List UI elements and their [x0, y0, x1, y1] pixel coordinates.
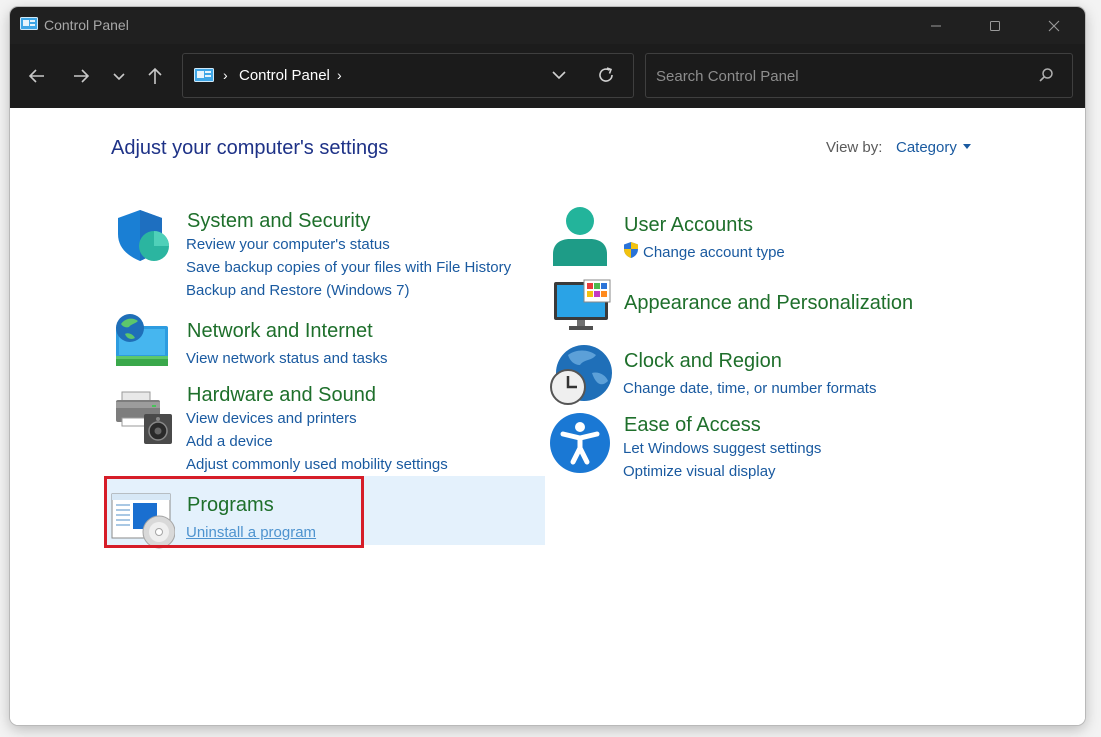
uac-shield-icon — [622, 241, 640, 264]
category-title[interactable]: Network and Internet — [187, 320, 373, 343]
printer-speaker-icon[interactable] — [114, 390, 174, 451]
monitor-icon[interactable] — [552, 278, 612, 339]
network-globe-icon[interactable] — [113, 312, 171, 375]
category-title[interactable]: Clock and Region — [624, 350, 782, 373]
category-title[interactable]: Ease of Access — [624, 414, 761, 437]
category-link[interactable]: Save backup copies of your files with Fi… — [186, 259, 511, 276]
main-content: Adjust your computer's settings View by:… — [10, 108, 1085, 725]
forward-button[interactable] — [66, 61, 96, 91]
minimize-button[interactable] — [907, 7, 965, 44]
category-link[interactable]: Backup and Restore (Windows 7) — [186, 282, 409, 299]
page-heading: Adjust your computer's settings — [111, 137, 389, 159]
category-link[interactable]: Optimize visual display — [623, 463, 776, 480]
refresh-button[interactable] — [596, 65, 616, 90]
category-link[interactable]: View devices and printers — [186, 410, 357, 427]
address-dropdown-button[interactable] — [550, 66, 568, 89]
breadcrumb-chevron-icon[interactable]: › — [337, 67, 342, 83]
chevron-down-icon — [113, 73, 125, 81]
category-link[interactable]: Review your computer's status — [186, 236, 390, 253]
category-link[interactable]: Change account type — [643, 244, 785, 261]
shield-icon[interactable] — [114, 206, 172, 269]
up-arrow-icon — [148, 67, 162, 84]
clock-globe-icon[interactable] — [548, 343, 612, 412]
search-icon[interactable] — [1038, 67, 1054, 88]
close-button[interactable] — [1025, 7, 1083, 44]
maximize-button[interactable] — [966, 7, 1024, 44]
accessibility-icon[interactable] — [549, 412, 611, 479]
navigation-bar: › Control Panel › — [10, 44, 1085, 108]
title-bar: Control Panel — [10, 7, 1085, 44]
close-icon — [1048, 20, 1060, 31]
search-box[interactable] — [645, 53, 1073, 98]
category-title[interactable]: Hardware and Sound — [187, 384, 376, 407]
category-link[interactable]: Adjust commonly used mobility settings — [186, 456, 448, 473]
address-bar[interactable]: › Control Panel › — [182, 53, 634, 98]
forward-arrow-icon — [74, 69, 90, 83]
category-link[interactable]: Let Windows suggest settings — [623, 440, 821, 457]
control-panel-window: Control Panel › Control Panel › Search C… — [10, 7, 1085, 725]
control-panel-icon — [194, 68, 214, 88]
control-panel-app-icon — [20, 17, 38, 37]
refresh-icon — [599, 67, 613, 82]
search-input[interactable] — [654, 64, 1028, 88]
user-icon[interactable] — [550, 206, 610, 273]
back-arrow-icon — [28, 69, 44, 83]
category-link[interactable]: Change date, time, or number formats — [623, 380, 876, 397]
category-title[interactable]: System and Security — [187, 210, 370, 233]
chevron-down-icon — [552, 71, 566, 80]
view-by-dropdown[interactable]: Category — [896, 139, 971, 156]
back-button[interactable] — [22, 61, 52, 91]
programs-highlight-box — [104, 476, 364, 548]
category-title[interactable]: Appearance and Personalization — [624, 292, 913, 315]
breadcrumb-separator-icon: › — [223, 67, 228, 83]
recent-locations-button[interactable] — [104, 61, 134, 91]
category-link[interactable]: Add a device — [186, 433, 273, 450]
maximize-icon — [990, 20, 1000, 31]
view-by-value: Category — [896, 139, 957, 156]
view-by-label: View by: — [826, 139, 883, 156]
up-button[interactable] — [140, 61, 170, 91]
minimize-icon — [931, 25, 941, 26]
window-title: Control Panel — [44, 17, 129, 33]
category-title[interactable]: User Accounts — [624, 214, 753, 237]
category-link[interactable]: View network status and tasks — [186, 350, 388, 367]
caret-down-icon — [962, 143, 971, 149]
breadcrumb-control-panel[interactable]: Control Panel — [239, 67, 330, 84]
